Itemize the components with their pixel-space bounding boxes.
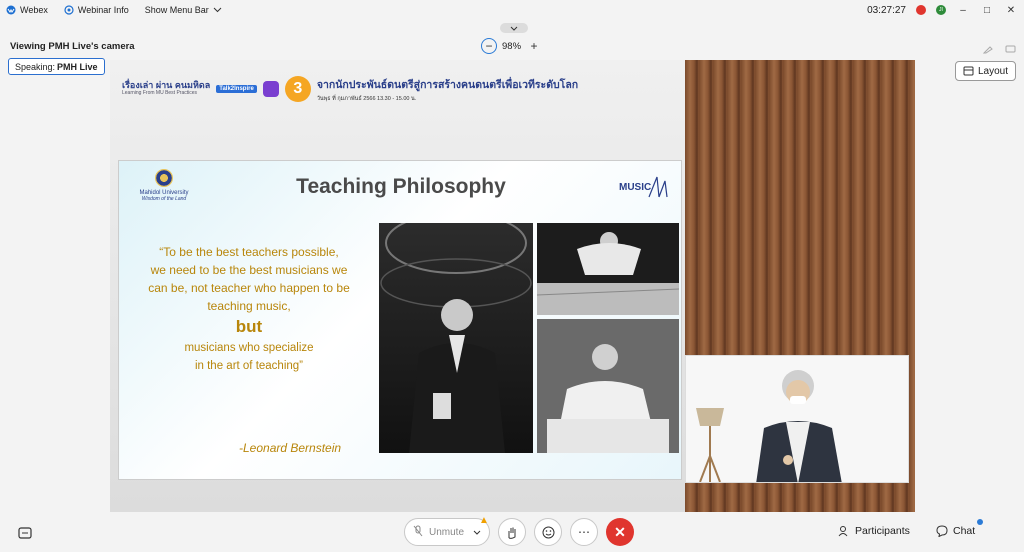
top-right-icons — [982, 41, 1016, 59]
slide-title: Teaching Philosophy — [296, 175, 506, 198]
share-screen-icon[interactable] — [1005, 41, 1016, 59]
close-icon: ✕ — [614, 523, 626, 540]
app-name: Webex — [20, 5, 48, 15]
layout-label: Layout — [977, 65, 1008, 77]
quote-line: can be, not teacher who happen to be — [148, 281, 350, 295]
quote-line: “To be the best teachers possible, — [159, 245, 339, 259]
ellipsis-icon: ⋯ — [578, 525, 590, 539]
meeting-controls-bar: Unmute ▲ ⋯ ✕ Participants Chat — [0, 514, 1024, 552]
participants-button[interactable]: Participants — [838, 525, 910, 537]
chat-button[interactable]: Chat — [936, 519, 983, 537]
show-menu-bar-label: Show Menu Bar — [144, 5, 209, 15]
closed-captions-icon[interactable] — [18, 526, 32, 544]
audio-options-chevron-icon[interactable] — [473, 527, 481, 538]
banner-date: วันพุธ ที่ กุมภาพันธ์ 2566 13.30 - 15.00… — [316, 95, 417, 102]
layout-icon — [963, 66, 974, 76]
close-icon[interactable]: ✕ — [1004, 5, 1018, 16]
unmute-label: Unmute — [429, 526, 465, 538]
hand-icon — [508, 527, 516, 539]
main-video-stage: เรื่องเล่า ผ่าน คนมหิดล Learning From MU… — [110, 60, 915, 512]
maximize-icon[interactable]: □ — [980, 5, 994, 16]
chat-icon — [936, 525, 948, 537]
college-of-music-logo: MUSIC — [619, 173, 671, 201]
quote-line: musicians who specialize — [184, 342, 314, 354]
banner-title: จากนักประพันธ์ดนตรีสู่การสร้างคนดนตรีเพื… — [316, 78, 579, 91]
participants-label: Participants — [855, 525, 910, 537]
webinar-info-label: Webinar Info — [77, 5, 129, 15]
bernstein-photo-composing — [537, 319, 679, 453]
zoom-level: 98% — [502, 40, 522, 52]
unmute-button[interactable]: Unmute ▲ — [404, 515, 490, 546]
minimize-icon[interactable]: – — [956, 5, 970, 16]
quote-line: in the art of teaching” — [194, 360, 304, 372]
unread-indicator — [977, 519, 983, 525]
recording-indicator-icon — [916, 5, 926, 15]
warning-icon: ▲ — [479, 515, 489, 526]
speaking-prefix: Speaking: — [15, 61, 56, 72]
banner-logo-sub: Learning From MU Best Practices — [122, 90, 198, 97]
bernstein-quote: “To be the best teachers possible, we ne… — [131, 243, 367, 375]
quote-line: we need to be the best musicians we — [150, 263, 348, 277]
webex-logo-icon — [6, 5, 16, 15]
leave-meeting-button[interactable]: ✕ — [606, 518, 634, 546]
zoom-control: − 98% + — [481, 38, 542, 54]
zoom-in-button[interactable]: + — [526, 38, 542, 54]
annotate-icon[interactable] — [982, 41, 993, 59]
quote-line: teaching music, — [207, 299, 291, 313]
more-options-button[interactable]: ⋯ — [570, 518, 598, 546]
webinar-info-button[interactable]: Webinar Info — [64, 5, 129, 15]
show-menu-bar-button[interactable]: Show Menu Bar — [145, 5, 222, 15]
collapse-toolbar-button[interactable] — [500, 23, 528, 33]
event-banner: เรื่องเล่า ผ่าน คนมหิดล Learning From MU… — [122, 70, 582, 108]
raise-hand-button[interactable] — [498, 518, 526, 546]
bernstein-photo-concert-hall — [379, 223, 533, 453]
reactions-button[interactable] — [534, 518, 562, 546]
music-logo-text: MUSIC — [619, 182, 651, 193]
presentation-slide: Mahidol University Wisdom of the Land Te… — [118, 160, 682, 480]
globe-icon — [64, 5, 74, 15]
quote-author: -Leonard Bernstein — [239, 441, 342, 455]
speaker-name: PMH Live — [57, 61, 98, 72]
meeting-timer: 03:27:27 — [867, 4, 906, 16]
chat-label: Chat — [953, 525, 976, 537]
window-titlebar: Webex Webinar Info Show Menu Bar 03:27:2… — [0, 0, 1024, 20]
quote-but: but — [235, 317, 263, 336]
participants-icon — [838, 526, 848, 537]
smiley-icon — [542, 526, 554, 538]
microphone-muted-icon — [413, 525, 423, 540]
talk-badge: Talk2Inspire — [216, 85, 257, 93]
zoom-out-button[interactable]: − — [481, 38, 497, 54]
banner-logo: เรื่องเล่า ผ่าน คนมหิดล Learning From MU… — [122, 80, 211, 97]
layout-button[interactable]: Layout — [954, 61, 1016, 81]
speaker-camera-inset — [685, 355, 909, 483]
speaking-indicator: Speaking: PMH Live — [8, 58, 105, 75]
bernstein-photo-conducting — [537, 223, 679, 315]
viewing-label: Viewing PMH Live's camera — [10, 41, 135, 52]
chevron-down-icon — [213, 5, 222, 15]
chat-bubble-icon — [262, 81, 279, 97]
episode-number: 3 — [284, 76, 311, 102]
chevron-down-icon — [510, 26, 518, 31]
banner-logo-main: เรื่องเล่า ผ่าน คนมหิดล — [122, 80, 211, 91]
app-menu[interactable]: Webex — [6, 5, 48, 15]
avatar[interactable]: JI — [936, 5, 946, 15]
